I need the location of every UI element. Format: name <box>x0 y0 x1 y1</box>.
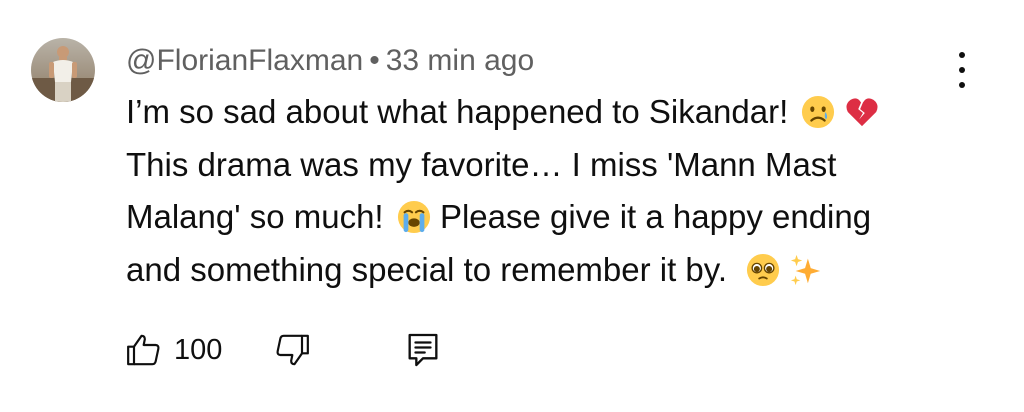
loudly-crying-face-emoji <box>397 200 430 234</box>
comment-line: Please give it a happy ending <box>439 198 872 235</box>
more-options-button[interactable] <box>948 52 976 88</box>
comment-line: I’m so sad about what happened to Sikand… <box>126 93 789 130</box>
crying-face-emoji <box>802 95 835 129</box>
vertical-dots-icon <box>959 52 965 58</box>
avatar[interactable] <box>31 38 95 102</box>
comment-line: Malang' so much! <box>126 198 384 235</box>
comment-text: I’m so sad about what happened to Sikand… <box>126 86 966 296</box>
comment-line: This drama was my favorite… I miss 'Mann… <box>126 145 837 183</box>
broken-heart-emoji <box>846 98 878 127</box>
sparkles-emoji <box>791 254 821 285</box>
pleading-face-emoji <box>747 253 780 286</box>
comment-meta: @FlorianFlaxman • 33 min ago <box>126 43 534 79</box>
thumb-up-icon <box>127 334 160 366</box>
reply-comment-icon <box>408 333 438 367</box>
reply-button[interactable] <box>406 330 440 370</box>
like-button[interactable]: 100 <box>124 330 222 370</box>
dislike-button[interactable] <box>272 330 312 370</box>
comment-timestamp[interactable]: 33 min ago <box>386 44 534 77</box>
author-name[interactable]: @FlorianFlaxman <box>126 44 363 77</box>
thumb-down-icon <box>276 334 309 366</box>
like-count: 100 <box>174 333 223 366</box>
comment-line: and something special to remember it by. <box>126 250 728 288</box>
meta-separator: • <box>369 44 380 77</box>
